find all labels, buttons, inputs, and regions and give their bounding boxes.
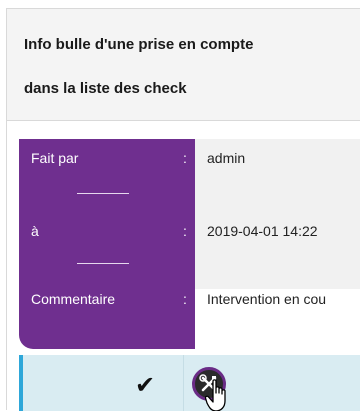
row-selection-accent bbox=[19, 355, 23, 411]
tooltip-separator bbox=[77, 193, 129, 194]
table-header-cell: Info bulle d'une prise en compte dans la… bbox=[7, 9, 360, 121]
tooltip-value-commentaire: Intervention en cou bbox=[207, 291, 327, 307]
doc-table-cell: Info bulle d'une prise en compte dans la… bbox=[6, 8, 360, 411]
tooltip-label-panel bbox=[19, 139, 195, 349]
tooltip-label-fait-par: Fait par bbox=[31, 150, 79, 166]
tooltip-colon: : bbox=[183, 223, 187, 239]
checkmark-icon: ✔ bbox=[135, 371, 156, 399]
tooltip-separator bbox=[77, 263, 129, 264]
hand-cursor-icon bbox=[205, 379, 226, 411]
tooltip-colon: : bbox=[183, 150, 187, 166]
tooltip-label-commentaire: Commentaire bbox=[31, 291, 116, 307]
check-list-row bbox=[19, 355, 360, 411]
tooltip-label-date: à bbox=[31, 223, 39, 239]
title-line-1: Info bulle d'une prise en compte bbox=[24, 36, 254, 53]
ui-screenshot: ✔ Fait par : admin à : 2019-04-01 14:22 bbox=[19, 139, 360, 411]
tooltip-colon: : bbox=[183, 291, 187, 307]
title-line-2: dans la liste des check bbox=[24, 80, 187, 97]
info-tooltip: Fait par : admin à : 2019-04-01 14:22 Co… bbox=[19, 139, 360, 349]
row-column-divider bbox=[183, 355, 184, 411]
tooltip-value-fait-par: admin bbox=[207, 150, 246, 166]
tooltip-value-date: 2019-04-01 14:22 bbox=[207, 223, 318, 239]
